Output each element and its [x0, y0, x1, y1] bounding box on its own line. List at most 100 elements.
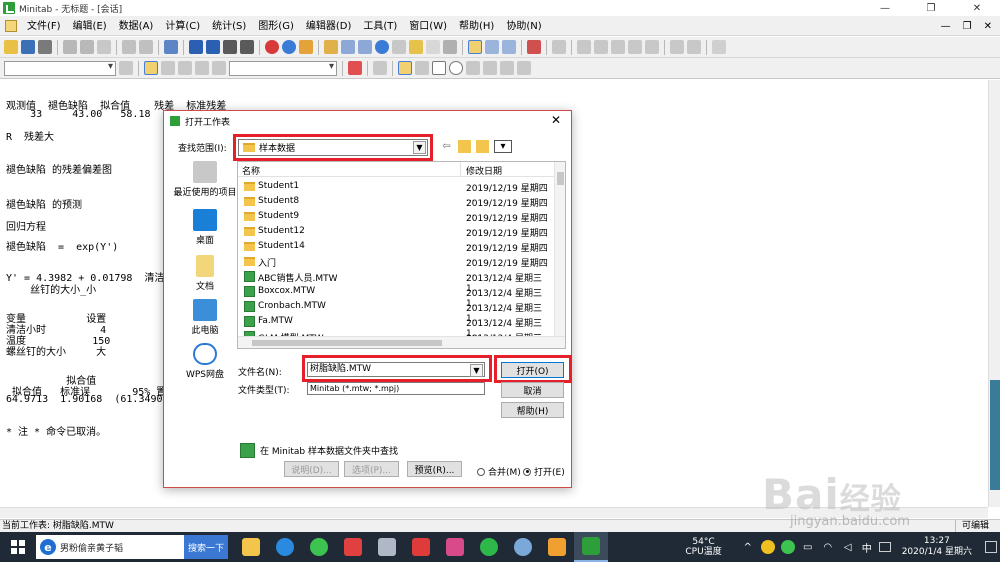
show-session-icon[interactable] — [324, 40, 338, 54]
taskbar-app-globe[interactable] — [506, 532, 540, 562]
cpu-temperature[interactable]: 54°C CPU温度 — [685, 537, 721, 557]
view-menu-icon[interactable]: ▾ — [494, 140, 512, 153]
taskbar-app-blue[interactable] — [370, 532, 404, 562]
menu-calc[interactable]: 计算(C) — [159, 17, 206, 36]
column-date[interactable]: 修改日期 — [466, 164, 502, 177]
show-worksheets-icon[interactable] — [341, 40, 355, 54]
notification-icon[interactable] — [985, 541, 997, 553]
minimize-button[interactable]: — — [862, 0, 908, 17]
list-item[interactable]: Cronbach.MTW 2013/12/4 星期三 1... — [238, 299, 555, 324]
ellipse-tool-icon[interactable] — [449, 61, 463, 75]
keyboard-icon[interactable] — [878, 542, 891, 552]
network-icon[interactable]: ▭ — [801, 540, 815, 554]
open-project-icon[interactable] — [4, 40, 18, 54]
stat-guide-icon[interactable] — [299, 40, 313, 54]
related-docs-icon[interactable] — [426, 40, 440, 54]
taskbar-app-xmind[interactable] — [438, 532, 472, 562]
find-replace-icon[interactable] — [240, 40, 254, 54]
file-list-horizontal-scrollbar[interactable] — [238, 336, 565, 348]
list-item[interactable]: Student1 2019/12/19 星期四 ... — [238, 179, 555, 204]
sort-icon[interactable] — [611, 40, 625, 54]
chevron-down-icon[interactable]: ▼ — [470, 364, 483, 377]
taskbar-browser[interactable] — [268, 532, 302, 562]
info-icon[interactable] — [375, 40, 389, 54]
undo-icon[interactable] — [122, 40, 136, 54]
restore-button[interactable]: ❐ — [908, 0, 954, 17]
close-button[interactable]: ✕ — [954, 0, 1000, 17]
scrollbar-thumb[interactable] — [252, 340, 442, 346]
list-item[interactable]: 入门 2019/12/19 星期四 ... — [238, 254, 555, 279]
taskbar-search-box[interactable]: e 男粉偷亲黄子韬 — [36, 535, 184, 559]
branch-icon[interactable] — [577, 40, 591, 54]
menu-stat[interactable]: 统计(S) — [206, 17, 252, 36]
pen-icon[interactable] — [670, 40, 684, 54]
history-icon[interactable] — [392, 40, 406, 54]
mdi-minimize-button[interactable]: — — [941, 21, 951, 32]
arrow-up-icon[interactable] — [189, 40, 203, 54]
preview-button[interactable]: 预览(R)... — [407, 461, 462, 477]
pencil-icon[interactable] — [687, 40, 701, 54]
chevron-up-icon[interactable]: ^ — [741, 540, 755, 554]
list-item[interactable]: Student12 2019/12/19 星期四 ... — [238, 224, 555, 249]
column-divider[interactable] — [460, 162, 461, 177]
look-in-combo[interactable]: 样本数据 ▼ — [238, 139, 428, 156]
arrow-down-icon[interactable] — [206, 40, 220, 54]
taskbar-search-button[interactable]: 搜索一下 — [184, 535, 228, 559]
place-computer[interactable]: 此电脑 — [170, 299, 240, 336]
file-type-select[interactable]: Minitab (*.mtw; *.mpj) — [307, 382, 485, 395]
file-name-input[interactable]: 树脂缺陷.MTW ▼ — [307, 362, 485, 377]
list-item[interactable]: Student8 2019/12/19 星期四 ... — [238, 194, 555, 219]
menu-help[interactable]: 帮助(H) — [453, 17, 500, 36]
cut-icon[interactable] — [63, 40, 77, 54]
back-arrow-icon[interactable]: ⇦ — [440, 140, 453, 153]
place-recent[interactable]: 最近使用的项目 — [170, 161, 240, 198]
panel-selector-combo[interactable] — [229, 60, 337, 76]
tray-app-icon[interactable] — [760, 540, 775, 554]
menu-tools[interactable]: 工具(T) — [357, 17, 403, 36]
list-item[interactable]: Fa.MTW 2013/12/4 星期三 1... — [238, 314, 555, 339]
file-list-vertical-scrollbar[interactable] — [554, 162, 565, 337]
text-tool-icon[interactable] — [415, 61, 429, 75]
flag-icon[interactable] — [195, 61, 209, 75]
file-list[interactable]: 名称 修改日期 Student1 2019/12/19 星期四 ... Stude… — [237, 161, 566, 349]
taskbar-clock[interactable]: 13:27 2020/1/4 星期六 — [902, 536, 972, 558]
list-item[interactable]: Boxcox.MTW 2013/12/4 星期三 1... — [238, 284, 555, 309]
grid-icon[interactable] — [502, 40, 516, 54]
menu-file[interactable]: 文件(F) — [21, 17, 67, 36]
list-item[interactable]: Student9 2019/12/19 星期四 ... — [238, 209, 555, 234]
taskbar-wechat[interactable] — [302, 532, 336, 562]
show-graphs-icon[interactable] — [358, 40, 372, 54]
item-selector-combo[interactable] — [4, 60, 116, 76]
help-icon[interactable] — [282, 40, 296, 54]
find-icon[interactable] — [223, 40, 237, 54]
taskbar-file-explorer[interactable] — [234, 532, 268, 562]
redo-icon[interactable] — [139, 40, 153, 54]
open-button[interactable]: 打开(O) — [501, 362, 564, 378]
menu-graph[interactable]: 图形(G) — [252, 17, 300, 36]
report-pad-icon[interactable] — [409, 40, 423, 54]
chevron-down-icon[interactable]: ▼ — [413, 141, 426, 154]
menu-window[interactable]: 窗口(W) — [403, 17, 453, 36]
new-folder-icon[interactable] — [476, 140, 489, 153]
save-icon[interactable] — [21, 40, 35, 54]
volume-icon[interactable]: ◁ — [841, 540, 855, 554]
up-folder-icon[interactable] — [458, 140, 471, 153]
layout-icon[interactable] — [628, 40, 642, 54]
rectangle-tool-icon[interactable] — [432, 61, 446, 75]
eraser-icon[interactable] — [712, 40, 726, 54]
merge-radio[interactable]: 合并(M) — [477, 465, 521, 478]
brush-icon[interactable] — [552, 40, 566, 54]
tray-app-icon[interactable] — [780, 540, 795, 554]
ime-indicator[interactable]: 中 — [862, 540, 872, 555]
list-item[interactable]: ABC销售人员.MTW 2013/12/4 星期三 1... — [238, 269, 555, 294]
select-arrow-icon[interactable] — [144, 61, 158, 75]
menu-editor[interactable]: 编辑器(D) — [300, 17, 358, 36]
pointer-icon[interactable] — [398, 61, 412, 75]
close-all-graphs-icon[interactable] — [527, 40, 541, 54]
description-button[interactable]: 说明(D)... — [284, 461, 339, 477]
menu-assist[interactable]: 协助(N) — [500, 17, 547, 36]
place-wps-cloud[interactable]: WPS网盘 — [170, 343, 240, 380]
tree-icon[interactable] — [594, 40, 608, 54]
new-graph-icon[interactable] — [443, 40, 457, 54]
mdi-restore-button[interactable]: ❐ — [963, 21, 972, 32]
